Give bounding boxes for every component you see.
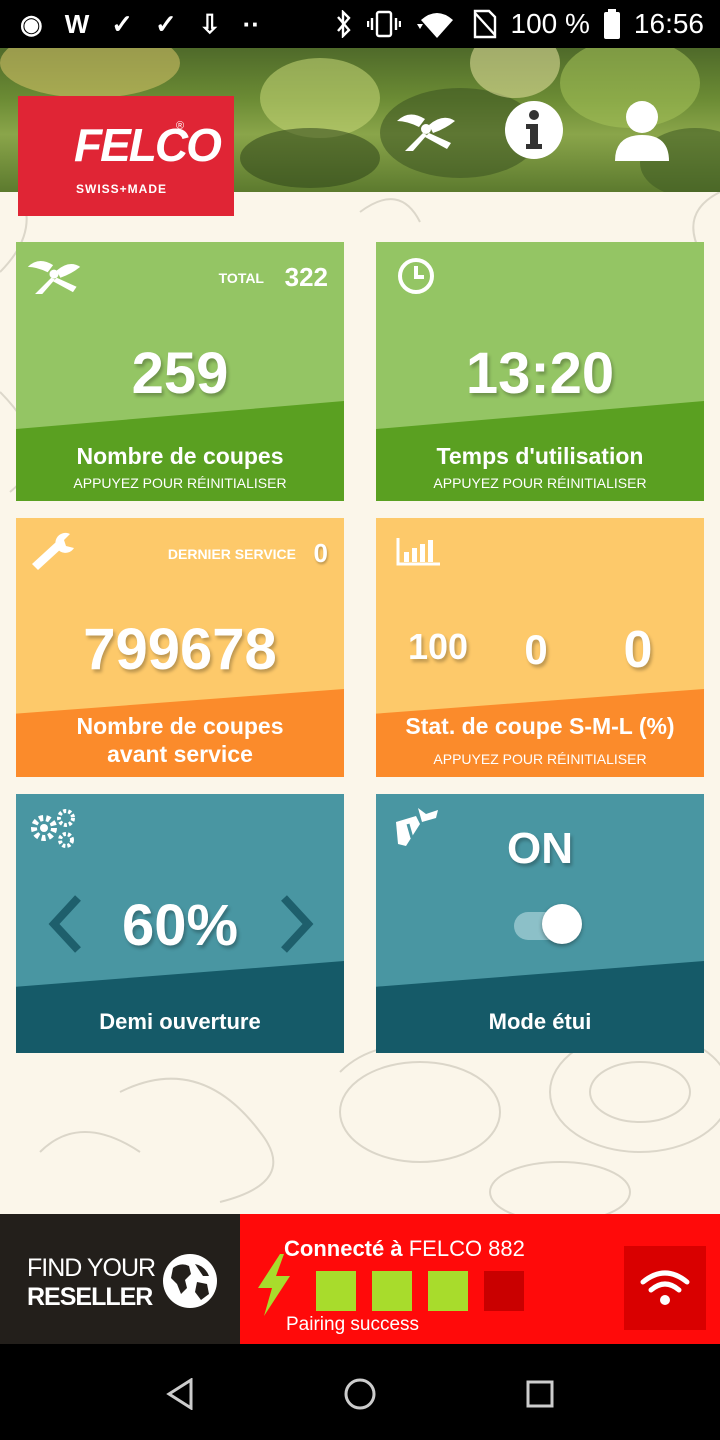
half-opening-tile: 60% Demi ouverture xyxy=(16,794,344,1053)
signal-bar xyxy=(372,1271,412,1311)
globe-icon xyxy=(163,1254,217,1308)
tile-band xyxy=(376,961,704,1053)
usage-time-label: Temps d'utilisation xyxy=(436,443,644,469)
back-icon xyxy=(166,1378,193,1410)
service-tile[interactable]: DERNIER SERVICE 0 799678 Nombre de coupe… xyxy=(16,518,344,777)
find-reseller-button[interactable]: FIND YOUR RESELLER xyxy=(0,1214,240,1344)
total-label: TOTAL xyxy=(218,270,264,286)
home-button[interactable] xyxy=(340,1374,380,1414)
w-app-icon: W xyxy=(64,9,90,39)
total-value: 322 xyxy=(284,262,328,292)
logo-brand: FELCO xyxy=(74,119,222,171)
info-icon xyxy=(505,101,563,159)
recents-button[interactable] xyxy=(520,1374,560,1414)
more-dots-icon: ·· xyxy=(242,9,260,39)
pruner-icon xyxy=(397,114,455,151)
chevron-right-icon xyxy=(281,895,314,953)
no-sim-icon xyxy=(473,9,496,39)
stats-label: Stat. de coupe S-M-L (%) xyxy=(405,713,675,739)
recents-icon xyxy=(526,1380,554,1408)
holster-mode-state: ON xyxy=(507,824,573,873)
pruner-button[interactable] xyxy=(394,98,458,162)
profile-button[interactable] xyxy=(610,98,674,162)
cuts-tile[interactable]: TOTAL 322 259 Nombre de coupes APPUYEZ P… xyxy=(16,242,344,501)
usage-time-tile[interactable]: 13:20 Temps d'utilisation APPUYEZ POUR R… xyxy=(376,242,704,501)
last-service-label: DERNIER SERVICE xyxy=(167,546,296,562)
cuts-reset-hint: APPUYEZ POUR RÉINITIALISER xyxy=(73,475,287,491)
cuts-before-service-value: 799678 xyxy=(83,617,277,682)
reseller-line1: FIND YOUR xyxy=(27,1254,156,1282)
home-icon xyxy=(344,1378,376,1410)
stat-small-value: 100 xyxy=(408,626,469,667)
stat-large-value: 0 xyxy=(623,621,653,679)
app-icon: ◉ xyxy=(20,9,43,39)
clock: 16:56 xyxy=(633,8,704,39)
reseller-line2: RESELLER xyxy=(27,1283,153,1311)
usage-time-value: 13:20 xyxy=(465,341,615,406)
battery-percent: 100 % xyxy=(510,8,590,39)
signal-bar xyxy=(428,1271,468,1311)
check-icon: ✓ xyxy=(155,9,177,39)
back-button[interactable] xyxy=(160,1374,200,1414)
info-button[interactable] xyxy=(502,98,566,162)
half-opening-label: Demi ouverture xyxy=(99,1009,261,1034)
cuts-value: 259 xyxy=(131,341,229,406)
lightning-icon xyxy=(258,1254,290,1316)
logo-tagline: SWISS+MADE xyxy=(76,182,168,196)
holster-mode-label: Mode étui xyxy=(488,1009,592,1034)
wrench-icon xyxy=(32,532,74,570)
battery-icon xyxy=(603,9,620,39)
user-icon xyxy=(615,101,669,161)
pairing-status: Pairing success xyxy=(286,1314,420,1335)
increase-button[interactable] xyxy=(274,894,318,954)
tile-band xyxy=(16,961,344,1053)
bluetooth-icon xyxy=(336,10,351,38)
check-icon: ✓ xyxy=(111,9,134,39)
download-icon: ⇩ xyxy=(198,9,221,39)
gears-icon xyxy=(31,809,75,848)
wifi-icon xyxy=(640,1270,690,1305)
usage-time-reset-hint: APPUYEZ POUR RÉINITIALISER xyxy=(433,475,647,491)
toggle-knob xyxy=(542,904,582,944)
service-label-line2: avant service xyxy=(107,741,253,767)
navigation-bar xyxy=(0,1344,720,1440)
stat-medium-value: 0 xyxy=(524,626,548,673)
signal-bar xyxy=(484,1271,524,1311)
holster-mode-tile: ON Mode étui xyxy=(376,794,704,1053)
connection-button[interactable] xyxy=(624,1246,706,1330)
wifi-icon xyxy=(416,13,453,38)
felco-logo: FELCO ® SWISS+MADE xyxy=(18,96,234,216)
service-label-line1: Nombre de coupes xyxy=(76,713,284,739)
cuts-label: Nombre de coupes xyxy=(76,443,284,469)
pruner-icon xyxy=(27,260,81,294)
signal-bar xyxy=(316,1271,356,1311)
vibrate-icon xyxy=(366,10,401,38)
clock-icon xyxy=(398,258,434,294)
stats-reset-hint: APPUYEZ POUR RÉINITIALISER xyxy=(433,751,647,767)
logo-registered: ® xyxy=(176,120,185,132)
bar-chart-icon xyxy=(396,538,440,566)
status-bar: ◉ W ✓ ✓ ⇩ ·· 100 % 16:56 xyxy=(0,0,720,48)
connected-prefix: Connecté à xyxy=(284,1236,403,1261)
connection-title: Connecté à FELCO 882 xyxy=(284,1236,525,1262)
device-name: FELCO 882 xyxy=(408,1236,525,1261)
last-service-value: 0 xyxy=(313,538,328,568)
cut-stats-tile[interactable]: 100 0 0 Stat. de coupe S-M-L (%) APPUYEZ… xyxy=(376,518,704,777)
connection-panel: Connecté à FELCO 882 Pairing success xyxy=(240,1214,720,1344)
